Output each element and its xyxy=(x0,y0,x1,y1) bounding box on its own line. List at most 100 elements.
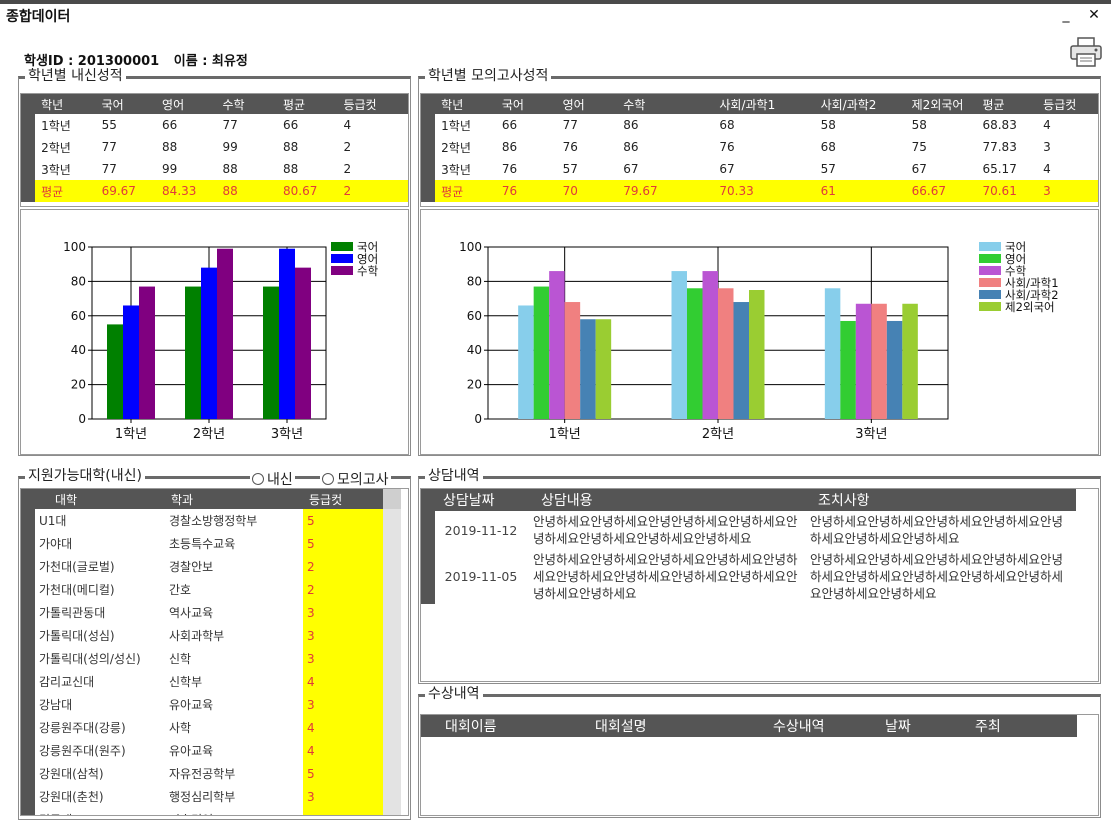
scrollbar-track[interactable] xyxy=(383,578,401,601)
table-cell: 57 xyxy=(820,162,836,176)
minimize-button[interactable]: _ xyxy=(1058,7,1074,23)
bar-제2외국어-3학년 xyxy=(902,303,918,419)
average-cell: 2 xyxy=(337,180,408,202)
bar-수학-2학년 xyxy=(217,248,233,419)
university-name: 가톨릭대(성의/성신) xyxy=(39,652,141,666)
table-cell: 1학년 xyxy=(41,118,71,133)
university-row[interactable]: 감리교신대 신학부 4 xyxy=(21,670,401,693)
scrollbar-track[interactable] xyxy=(383,693,401,716)
scrollbar-up[interactable] xyxy=(383,489,401,509)
universities-table: 대학 학과 등급컷 U1대 경찰소방행정학부 5 가야대 초등특수교육 5 가천대(글로벌)… xyxy=(21,489,401,815)
university-row[interactable]: 강원대(삼척) 자유전공학부 5 xyxy=(21,762,401,785)
university-row[interactable]: 가천대(글로벌) 경찰안보 2 xyxy=(21,555,401,578)
radio-school-grades[interactable]: 내신 xyxy=(250,469,295,489)
table-cell: 58 xyxy=(911,118,927,132)
table-row[interactable]: 3학년 77 99 88 88 2 xyxy=(21,158,408,180)
scrollbar-track[interactable] xyxy=(383,555,401,578)
scrollbar-track[interactable] xyxy=(383,647,401,670)
y-tick-label: 100 xyxy=(459,240,482,254)
col-header-action: 조치사항 xyxy=(804,489,1076,511)
window-title: 종합데이터 xyxy=(6,9,71,25)
bar-수학-1학년 xyxy=(549,271,565,419)
bar-사회/과학1-3학년 xyxy=(871,303,887,419)
table-row[interactable]: 2학년 86 76 86 76 68 75 77.83 3 xyxy=(421,136,1098,158)
university-row[interactable]: 가톨릭대(성의/성신) 신학 3 xyxy=(21,647,401,670)
row-header xyxy=(421,114,436,136)
average-cell: 88 xyxy=(216,180,277,202)
table-row[interactable]: 1학년 55 66 77 66 4 xyxy=(21,114,408,136)
university-row[interactable]: 건국대기술경영 xyxy=(21,808,401,815)
university-name: 가야대 xyxy=(39,537,73,551)
average-cell: 79.67 xyxy=(617,180,714,202)
row-header xyxy=(421,158,436,180)
printer-icon[interactable] xyxy=(1069,36,1103,68)
scrollbar-track[interactable] xyxy=(383,601,401,624)
average-row[interactable]: 평균 76 70 79.67 70.33 61 66.67 70.61 3 xyxy=(421,180,1098,202)
row-header xyxy=(21,180,36,202)
row-header xyxy=(21,624,35,647)
scrollbar-track[interactable] xyxy=(383,670,401,693)
counseling-row[interactable]: 2019-11-05 안녕하세요안녕하세요안녕하세요안녕하세요안녕하세요안녕하세… xyxy=(421,549,1076,604)
table-row[interactable]: 2학년 77 88 99 88 2 xyxy=(21,136,408,158)
department-name: 기술경영 xyxy=(165,808,303,815)
mock-exams-table: 학년 국어 영어 수학 사회/과학1 사회/과학2 제2외국어 평균 등급컷 1학년 66 77 86… xyxy=(421,94,1098,202)
row-header xyxy=(21,601,35,624)
counseling-row[interactable]: 2019-11-12 안녕하세요안녕하세요안녕안녕하세요안녕하세요안녕하세요안녕… xyxy=(421,511,1076,549)
university-row[interactable]: 가천대(메디컬) 간호 2 xyxy=(21,578,401,601)
scrollbar-track[interactable] xyxy=(383,739,401,762)
scrollbar-track[interactable] xyxy=(383,624,401,647)
department-name: 사학 xyxy=(169,721,192,735)
table-cell: 55 xyxy=(101,118,117,132)
col-header-content: 상담내용 xyxy=(527,489,804,511)
university-name: 강원대(춘천) xyxy=(39,790,104,804)
university-row[interactable]: 강릉원주대(강릉) 사학 4 xyxy=(21,716,401,739)
university-name: U1대 xyxy=(39,514,67,528)
legend-swatch xyxy=(979,290,1001,299)
university-name: 강남대 xyxy=(39,698,73,712)
scrollbar-track[interactable] xyxy=(383,808,401,815)
table-cell: 58 xyxy=(820,118,836,132)
close-button[interactable]: ✕ xyxy=(1086,7,1102,23)
scrollbar-track[interactable] xyxy=(383,716,401,739)
counseling-title: 상담내역 xyxy=(425,467,483,485)
scrollbar-track[interactable] xyxy=(383,509,401,532)
legend-label: 수학 xyxy=(357,264,379,278)
table-cell: 77 xyxy=(101,140,117,154)
window-top-border xyxy=(0,0,1111,4)
bar-제2외국어-2학년 xyxy=(749,290,765,419)
x-tick-label: 3학년 xyxy=(271,427,303,442)
radio-mock-dot[interactable] xyxy=(322,473,334,485)
table-row[interactable]: 3학년 76 57 67 67 57 67 65.17 4 xyxy=(421,158,1098,180)
university-row[interactable]: 가톨릭관동대 역사교육 3 xyxy=(21,601,401,624)
student-name: 이름 : 최유정 xyxy=(173,54,248,69)
row-header xyxy=(21,136,36,158)
table-cell: 4 xyxy=(343,118,352,132)
legend-swatch xyxy=(331,266,353,275)
radio-mock-exams[interactable]: 모의고사 xyxy=(320,469,391,489)
row-header xyxy=(421,549,435,604)
scrollbar-track[interactable] xyxy=(383,532,401,555)
university-row[interactable]: 강남대 유아교육 3 xyxy=(21,693,401,716)
scrollbar-track[interactable] xyxy=(383,785,401,808)
table-row[interactable]: 1학년 66 77 86 68 58 58 68.83 4 xyxy=(421,114,1098,136)
counseling-table: 상담날짜 상담내용 조치사항 2019-11-12 안녕하세요안녕하세요안녕안녕… xyxy=(421,489,1076,604)
awards-table: 대회이름 대회설명 수상내역 날짜 주최 xyxy=(421,715,1077,737)
department-name: 경찰소방행정학부 xyxy=(169,514,258,528)
radio-mock-label: 모의고사 xyxy=(337,472,389,488)
average-row[interactable]: 평균 69.67 84.33 88 80.67 2 xyxy=(21,180,408,202)
row-header-corner xyxy=(421,94,436,114)
universities-list: 대학 학과 등급컷 U1대 경찰소방행정학부 5 가야대 초등특수교육 5 가천대(글로벌)… xyxy=(20,488,409,816)
university-row[interactable]: 강릉원주대(원주) 유아교육 4 xyxy=(21,739,401,762)
table-cell: 67 xyxy=(623,162,639,176)
grade-cut: 5 xyxy=(303,532,383,555)
grade-cut: 3 xyxy=(303,785,383,808)
university-row[interactable]: 강원대(춘천) 행정심리학부 3 xyxy=(21,785,401,808)
bar-국어-3학년 xyxy=(263,286,279,419)
university-row[interactable]: 가야대 초등특수교육 5 xyxy=(21,532,401,555)
scrollbar-track[interactable] xyxy=(383,762,401,785)
university-row[interactable]: 가톨릭대(성심) 사회과학부 3 xyxy=(21,624,401,647)
university-row[interactable]: U1대 경찰소방행정학부 5 xyxy=(21,509,401,532)
radio-school-dot[interactable] xyxy=(252,473,264,485)
average-cell: 61 xyxy=(814,180,906,202)
grade-cut: 4 xyxy=(303,739,383,762)
